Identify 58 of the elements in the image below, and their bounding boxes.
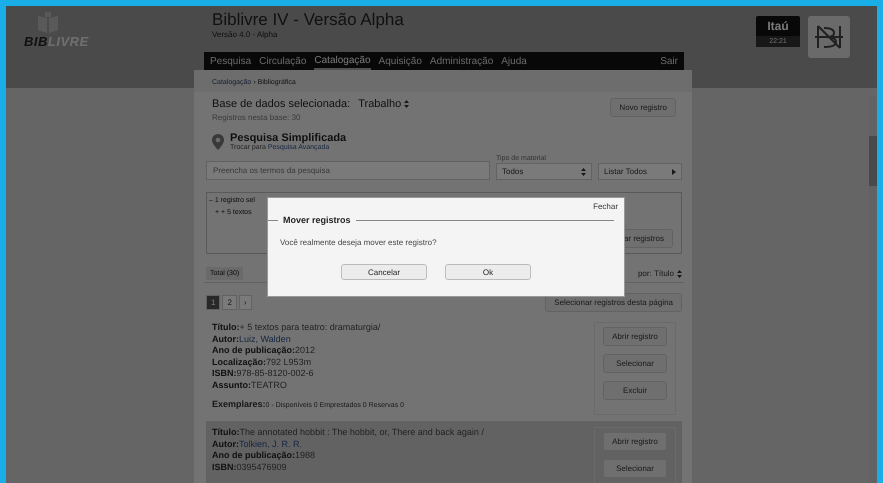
field-value: The annotated hobbit : The hobbit, or, There and back again /: [240, 427, 484, 437]
field-label: Autor:: [212, 334, 239, 344]
field-label: ISBN:: [212, 368, 236, 378]
field-value: 978-85-8120-002-6: [236, 368, 314, 378]
sort-label: por:: [638, 269, 652, 278]
close-link[interactable]: Fechar: [593, 202, 618, 211]
field-label: Título:: [212, 322, 240, 332]
field-value: TEATRO: [251, 380, 287, 390]
record-action-button[interactable]: Selecionar: [603, 354, 667, 373]
app-title: Biblivre IV - Versão Alpha: [212, 10, 405, 30]
field-label: Ano de publicação:: [212, 450, 296, 460]
select-arrows-icon: [581, 168, 586, 176]
search-field[interactable]: Preencha os termos da pesquisa: [206, 161, 490, 180]
database-label: Base de dados selecionada:: [212, 98, 350, 110]
select-arrows-icon: [404, 100, 410, 108]
dialog-message: Você realmente deseja mover este registro?: [279, 238, 438, 247]
dialog-button[interactable]: Cancelar: [341, 264, 427, 280]
field-label: Título:: [212, 427, 240, 437]
record-count: Registros nesta base: 30: [212, 113, 302, 122]
field-value: Luiz, Walden: [239, 334, 291, 344]
material-select[interactable]: Todos: [496, 163, 592, 180]
field-value: + 5 textos para teatro: dramaturgia/: [240, 322, 380, 332]
field-label: Ano de publicação:: [212, 345, 296, 355]
holdings-label: Exemplares:: [212, 399, 266, 409]
bank-name: Itaú: [766, 18, 790, 35]
record-action-button[interactable]: Abrir registro: [603, 432, 667, 451]
new-record-button[interactable]: Novo registro: [610, 98, 676, 117]
field-value: Tolkien, J. R. R.: [239, 438, 302, 448]
field-label: Autor:: [212, 438, 239, 448]
field-value: 792 L953m: [266, 356, 312, 366]
field-value: 1988: [295, 450, 316, 460]
nav-tab[interactable]: Ajuda: [501, 54, 527, 68]
nav-tab[interactable]: Administração: [430, 54, 494, 68]
record-action-button[interactable]: Excluir: [603, 381, 667, 400]
field-label: Localização:: [212, 356, 266, 366]
dialog-title: Mover registros: [283, 215, 351, 225]
map-pin-icon: [212, 134, 224, 150]
triangle-right-icon: [672, 168, 676, 174]
version-text: Versão 4.0 - Alpha: [212, 30, 278, 39]
field-value: 2012: [295, 345, 316, 355]
logout-link[interactable]: Sair: [660, 54, 678, 68]
record-action-button[interactable]: Abrir registro: [603, 327, 667, 346]
page-link[interactable]: ›: [238, 295, 252, 310]
nav-tab[interactable]: Aquisição: [378, 54, 422, 68]
dialog-button[interactable]: Ok: [445, 264, 531, 280]
database-select[interactable]: Trabalho: [358, 98, 410, 110]
page-link[interactable]: 2: [222, 295, 237, 310]
select-arrows-icon: [677, 270, 682, 278]
search-title: Pesquisa Simplificada: [230, 132, 346, 144]
list-all-button[interactable]: Listar Todos: [598, 163, 682, 180]
nav-tab[interactable]: Pesquisa: [210, 54, 252, 68]
page-link[interactable]: 1: [206, 295, 220, 310]
sort-select[interactable]: Título: [654, 269, 682, 278]
record-action-button[interactable]: Selecionar: [603, 459, 667, 478]
field-value: 0395476909: [236, 462, 287, 472]
field-label: ISBN:: [212, 462, 236, 472]
nav-tab[interactable]: Circulação: [259, 54, 306, 68]
field-label: Assunto:: [212, 380, 251, 390]
